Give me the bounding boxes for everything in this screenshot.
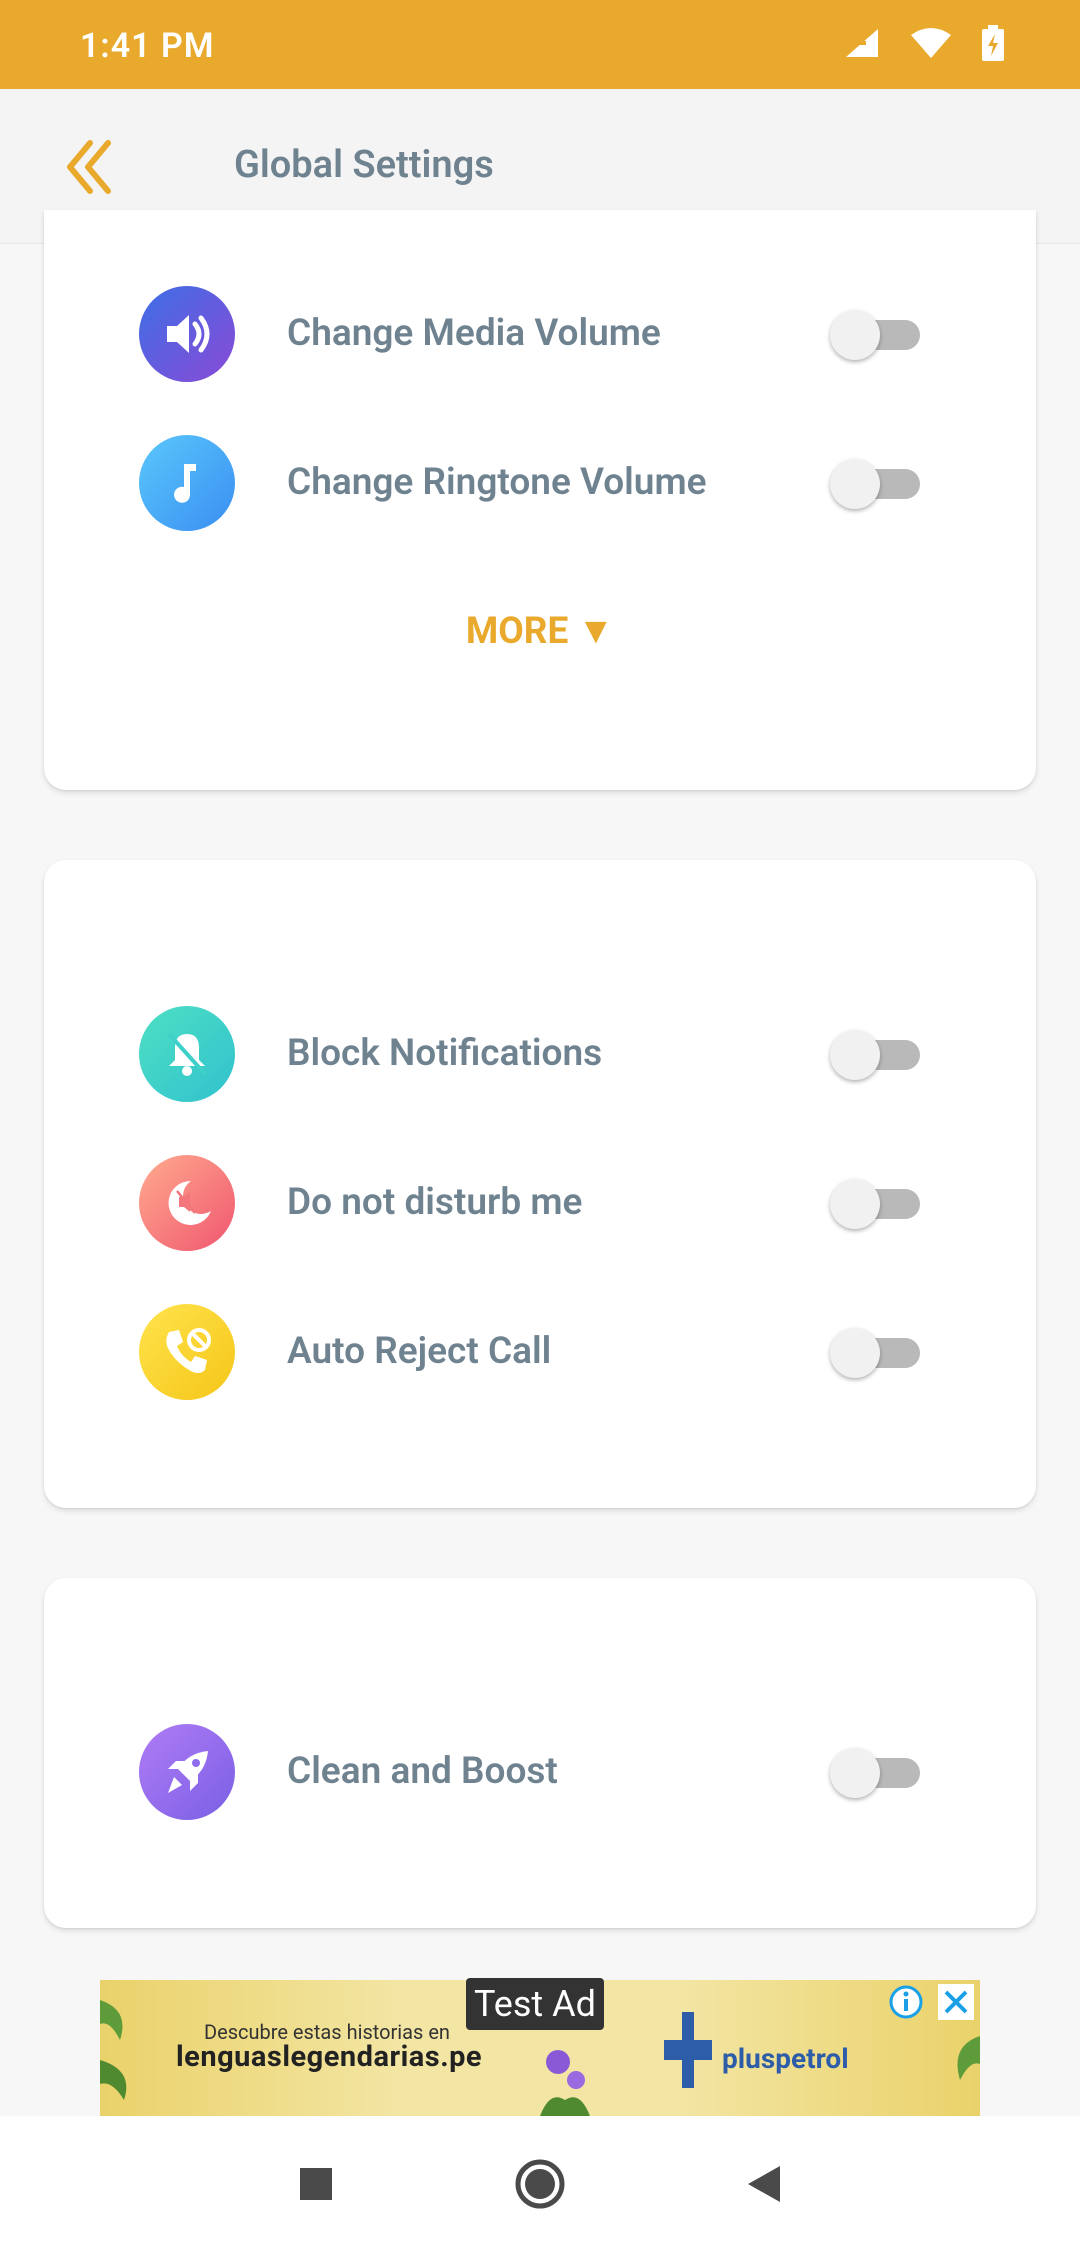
- close-icon[interactable]: [938, 1984, 974, 2020]
- setting-label: Block Notifications: [287, 1032, 603, 1075]
- setting-row-ringtone-volume: Change Ringtone Volume: [44, 433, 1036, 533]
- clean-and-boost-toggle[interactable]: [830, 1748, 920, 1798]
- setting-label: Clean and Boost: [287, 1750, 558, 1793]
- signal-icon: [846, 29, 878, 57]
- status-icons: [844, 25, 1004, 61]
- setting-label: Do not disturb me: [287, 1181, 583, 1224]
- home-button[interactable]: [512, 2156, 568, 2212]
- more-button[interactable]: MORE ▼: [44, 610, 1036, 653]
- back-nav-button[interactable]: [736, 2156, 792, 2212]
- ad-text-line2: lenguaslegendarias.pe: [176, 2040, 483, 2074]
- music-note-icon: [139, 435, 235, 531]
- moon-mute-icon: [139, 1155, 235, 1251]
- setting-label: Change Media Volume: [287, 312, 661, 355]
- square-icon: [300, 2168, 332, 2200]
- recent-apps-button[interactable]: [288, 2156, 344, 2212]
- speaker-icon: [139, 286, 235, 382]
- navigation-bar: [0, 2116, 1080, 2246]
- page-title: Global Settings: [234, 143, 494, 187]
- ad-brand: pluspetrol: [722, 2042, 849, 2075]
- circle-icon: [515, 2159, 565, 2209]
- wifi-icon: [911, 28, 951, 58]
- setting-label: Auto Reject Call: [287, 1330, 552, 1373]
- test-ad-label: Test Ad: [466, 1978, 604, 2030]
- status-bar: 1:41 PM: [0, 0, 1080, 89]
- setting-row-clean-and-boost: Clean and Boost: [44, 1722, 1036, 1822]
- auto-reject-call-toggle[interactable]: [830, 1328, 920, 1378]
- phone-block-icon: [139, 1304, 235, 1400]
- setting-row-block-notifications: Block Notifications: [44, 1004, 1036, 1104]
- ringtone-volume-toggle[interactable]: [830, 459, 920, 509]
- leaf-decoration-icon: [100, 2000, 127, 2100]
- rocket-icon: [139, 1724, 235, 1820]
- block-notifications-toggle[interactable]: [830, 1030, 920, 1080]
- info-icon[interactable]: [888, 1984, 924, 2020]
- do-not-disturb-toggle[interactable]: [830, 1179, 920, 1229]
- setting-label: Change Ringtone Volume: [287, 461, 707, 504]
- back-button[interactable]: [62, 137, 122, 197]
- battery-charging-icon: [982, 25, 1004, 61]
- notification-settings-card: Block Notifications Do not disturb me Au…: [44, 860, 1036, 1508]
- bell-off-icon: [139, 1006, 235, 1102]
- boost-settings-card: Clean and Boost: [44, 1578, 1036, 1928]
- volume-settings-card: Change Media Volume Change Ringtone Volu…: [44, 210, 1036, 790]
- pluspetrol-logo-icon: [664, 2012, 712, 2088]
- media-volume-toggle[interactable]: [830, 310, 920, 360]
- flower-icon: [540, 2050, 590, 2116]
- double-chevron-left-icon: [67, 140, 111, 194]
- setting-row-media-volume: Change Media Volume: [44, 284, 1036, 384]
- triangle-back-icon: [748, 2166, 780, 2202]
- status-time: 1:41 PM: [80, 26, 215, 66]
- setting-row-auto-reject-call: Auto Reject Call: [44, 1302, 1036, 1402]
- setting-row-do-not-disturb: Do not disturb me: [44, 1153, 1036, 1253]
